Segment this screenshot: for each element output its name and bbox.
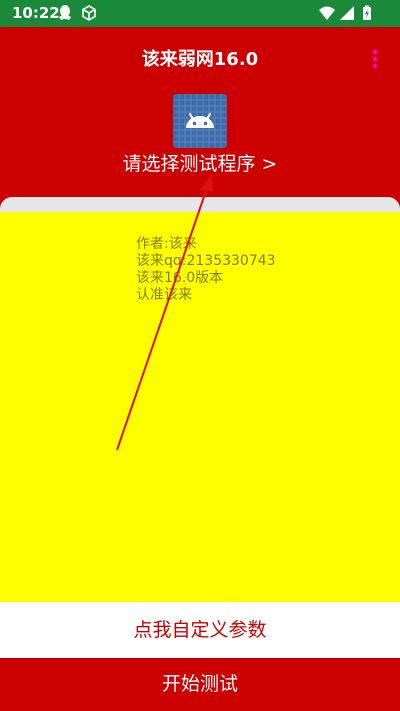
wifi-icon [318,4,336,22]
status-bar: 10:22 [0,0,400,27]
app-title: 该来弱网16.0 [141,49,259,70]
battery-charging-icon [358,4,376,22]
qq-icon [56,4,74,22]
info-panel: 作者:该来 该来qq:2135330743 该来16.0版本 认准该来 [0,212,400,602]
custom-params-button[interactable]: 点我自定义参数 [0,602,400,658]
cube-icon [80,4,98,22]
info-text-block: 作者:该来 该来qq:2135330743 该来16.0版本 认准该来 [136,236,276,304]
more-vert-icon[interactable] [368,47,382,71]
android-app-icon[interactable] [173,94,227,148]
app-header: 该来弱网16.0 请选择测试程序 > [0,27,400,217]
author-line: 作者:该来 [136,236,197,252]
qq-line: 该来qq:2135330743 [136,253,276,269]
status-time: 10:22 [12,4,60,22]
brand-line: 认准该来 [136,287,192,303]
signal-icon [338,4,356,22]
select-program-button[interactable]: 请选择测试程序 > [0,151,400,177]
version-line: 该来16.0版本 [136,270,224,286]
start-test-button[interactable]: 开始测试 [0,658,400,711]
